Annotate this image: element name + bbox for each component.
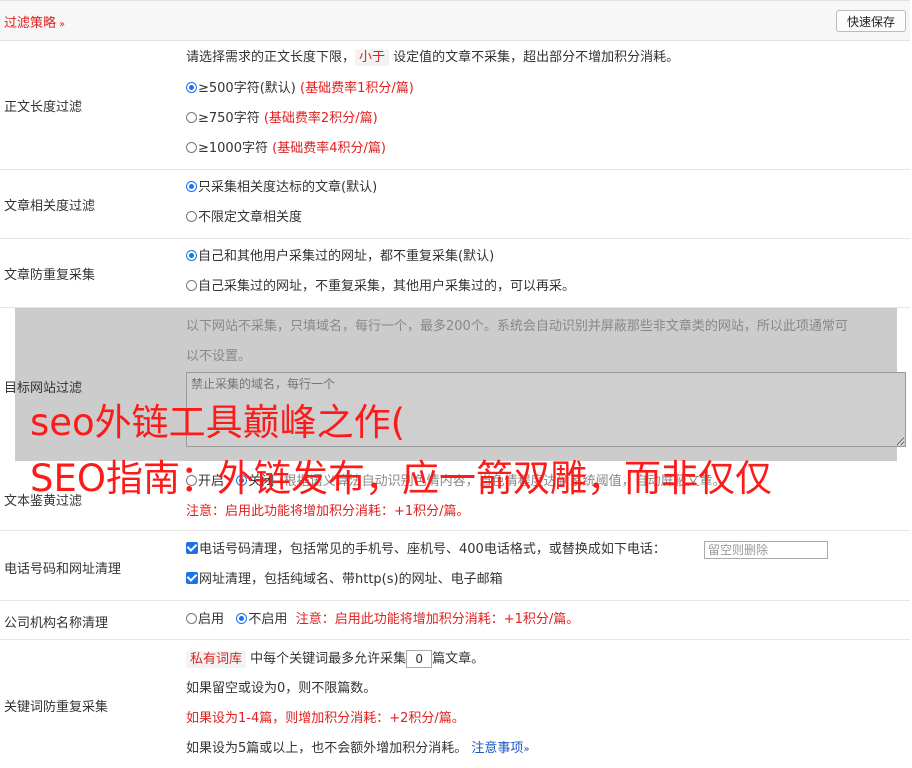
overlay-title-line2: SEO指南：外链发布，应一箭双雕，而非仅仅 <box>30 457 772 500</box>
filter-strategy-header: 过滤策略» 快速保存 <box>0 0 910 41</box>
dedupe-filter-row: 文章防重复采集 自己和其他用户采集过的网址，都不重复采集(默认) 自己采集过的网… <box>0 239 910 308</box>
relevance-option-unlimited[interactable]: 不限定文章相关度 <box>186 209 302 227</box>
quick-save-button[interactable]: 快速保存 <box>836 10 906 32</box>
notes-link[interactable]: 注意事项» <box>471 741 529 756</box>
chevron-down-icon: » <box>523 744 530 755</box>
radio-checked-icon[interactable] <box>186 82 197 93</box>
dedupe-filter-label: 文章防重复采集 <box>4 268 96 283</box>
filter-strategy-title[interactable]: 过滤策略» <box>4 12 65 31</box>
relevance-option-qualified[interactable]: 只采集相关度达标的文章(默认) <box>186 179 377 197</box>
radio-unchecked-icon[interactable] <box>186 112 197 123</box>
dedupe-option-all-users[interactable]: 自己和其他用户采集过的网址，都不重复采集(默认) <box>186 248 494 266</box>
radio-checked-icon[interactable] <box>186 181 197 192</box>
replacement-phone-input[interactable] <box>704 541 828 559</box>
length-option-500[interactable]: ≥500字符(默认) (基础费率1积分/篇) <box>186 80 414 98</box>
org-clean-note: 注意：启用此功能将增加积分消耗：+1积分/篇。 <box>295 612 580 627</box>
keyword-dedupe-line3: 如果设为1-4篇，则增加积分消耗：+2积分/篇。 <box>186 711 465 726</box>
org-clean-off[interactable]: 不启用 <box>248 612 287 627</box>
radio-unchecked-icon[interactable] <box>186 211 197 222</box>
radio-unchecked-icon[interactable] <box>186 142 197 153</box>
private-lexicon-tag[interactable]: 私有词库 <box>186 650 247 668</box>
max-articles-input[interactable]: 0 <box>406 650 433 668</box>
url-clean-option[interactable]: 网址清理，包括纯域名、带http(s)的网址、电子邮箱 <box>186 571 503 589</box>
overlay-title-line1: seo外链工具巅峰之作( <box>30 401 406 444</box>
relevance-filter-label: 文章相关度过滤 <box>4 199 96 214</box>
checkbox-checked-icon[interactable] <box>186 572 198 584</box>
length-option-750[interactable]: ≥750字符 (基础费率2积分/篇) <box>186 110 378 128</box>
contact-clean-row: 电话号码和网址清理 电话号码清理，包括常见的手机号、座机号、400电话格式，或替… <box>0 531 910 601</box>
keyword-dedupe-line2: 如果留空或设为0，则不限篇数。 <box>186 681 377 696</box>
relevance-filter-row: 文章相关度过滤 只采集相关度达标的文章(默认) 不限定文章相关度 <box>0 170 910 239</box>
radio-checked-icon[interactable] <box>186 250 197 261</box>
chevron-down-icon: » <box>59 19 66 30</box>
radio-unchecked-icon[interactable] <box>186 613 197 624</box>
radio-checked-icon[interactable] <box>236 613 248 624</box>
phone-clean-option[interactable]: 电话号码清理，包括常见的手机号、座机号、400电话格式，或替换成如下电话： <box>186 541 666 559</box>
site-filter-desc-line2: 以不设置。 <box>186 349 252 364</box>
dedupe-option-self-only[interactable]: 自己采集过的网址，不重复采集，其他用户采集过的，可以再采。 <box>186 278 575 296</box>
org-clean-label: 公司机构名称清理 <box>4 616 109 631</box>
keyword-dedupe-row: 关键词防重复采集 私有词库 中每个关键词最多允许采集 0 篇文章。 如果留空或设为0… <box>0 640 910 768</box>
length-filter-label: 正文长度过滤 <box>4 100 83 115</box>
keyword-dedupe-line1: 私有词库 中每个关键词最多允许采集 0 篇文章。 <box>186 650 484 669</box>
porn-filter-note: 注意：启用此功能将增加积分消耗：+1积分/篇。 <box>186 504 470 519</box>
contact-clean-label: 电话号码和网址清理 <box>4 562 122 577</box>
length-filter-row: 正文长度过滤 请选择需求的正文长度下限， 小于 设定值的文章不采集，超出部分不增加… <box>0 40 910 170</box>
checkbox-checked-icon[interactable] <box>186 542 198 554</box>
site-filter-desc-line1: 以下网站不采集，只填域名，每行一个，最多200个。系统会自动识别并屏蔽那些非文章… <box>186 319 848 334</box>
keyword-dedupe-label: 关键词防重复采集 <box>4 700 109 715</box>
org-clean-on[interactable]: 启用 <box>198 612 224 627</box>
keyword-dedupe-line4: 如果设为5篇或以上，也不会额外增加积分消耗。 注意事项» <box>186 741 530 756</box>
org-clean-row: 公司机构名称清理 启用 不启用 注意：启用此功能将增加积分消耗：+1积分/篇。 <box>0 601 910 640</box>
length-filter-desc: 请选择需求的正文长度下限， 小于 设定值的文章不采集，超出部分不增加积分消耗。 <box>186 49 680 66</box>
radio-unchecked-icon[interactable] <box>186 280 197 291</box>
length-option-1000[interactable]: ≥1000字符 (基础费率4积分/篇) <box>186 140 386 158</box>
org-clean-options: 启用 不启用 注意：启用此功能将增加积分消耗：+1积分/篇。 <box>186 611 579 629</box>
